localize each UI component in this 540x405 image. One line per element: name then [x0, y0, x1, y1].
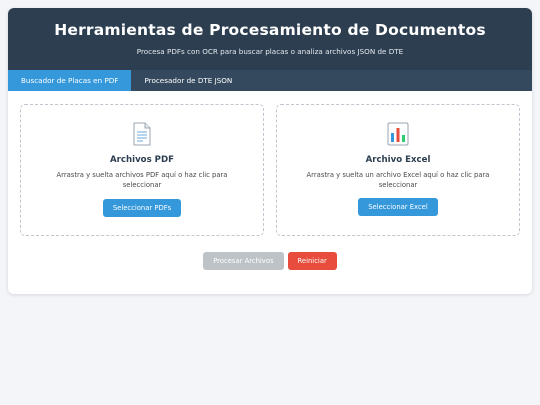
page-subtitle: Procesa PDFs con OCR para buscar placas …: [136, 47, 404, 56]
action-buttons: Procesar Archivos Reiniciar: [8, 248, 532, 270]
pdf-zone-title: Archivos PDF: [110, 155, 174, 165]
reset-button[interactable]: Reiniciar: [287, 252, 337, 270]
excel-drop-zone[interactable]: Archivo Excel Arrastra y suelta un archi…: [276, 104, 520, 236]
tab-bar: Buscador de Placas en PDF Procesador de …: [8, 70, 532, 91]
select-pdfs-button[interactable]: Seleccionar PDFs: [102, 199, 182, 217]
select-excel-button[interactable]: Seleccionar Excel: [358, 198, 438, 216]
upload-zones: Archivos PDF Arrastra y suelta archivos …: [8, 91, 532, 236]
main-card: Herramientas de Procesamiento de Documen…: [8, 8, 532, 294]
document-icon: [133, 122, 151, 146]
app-header: Herramientas de Procesamiento de Documen…: [8, 8, 532, 70]
tab-dte-processor[interactable]: Procesador de DTE JSON: [131, 70, 245, 91]
excel-zone-title: Archivo Excel: [365, 155, 431, 165]
bar-chart-icon: [387, 122, 409, 146]
tab-plate-finder[interactable]: Buscador de Placas en PDF: [8, 70, 132, 91]
pdf-zone-description: Arrastra y suelta archivos PDF aquí o ha…: [56, 171, 228, 189]
page-title: Herramientas de Procesamiento de Documen…: [54, 21, 486, 39]
excel-zone-description: Arrastra y suelta un archivo Excel aquí …: [306, 171, 490, 189]
process-files-button[interactable]: Procesar Archivos: [203, 252, 284, 270]
pdf-drop-zone[interactable]: Archivos PDF Arrastra y suelta archivos …: [20, 104, 264, 236]
